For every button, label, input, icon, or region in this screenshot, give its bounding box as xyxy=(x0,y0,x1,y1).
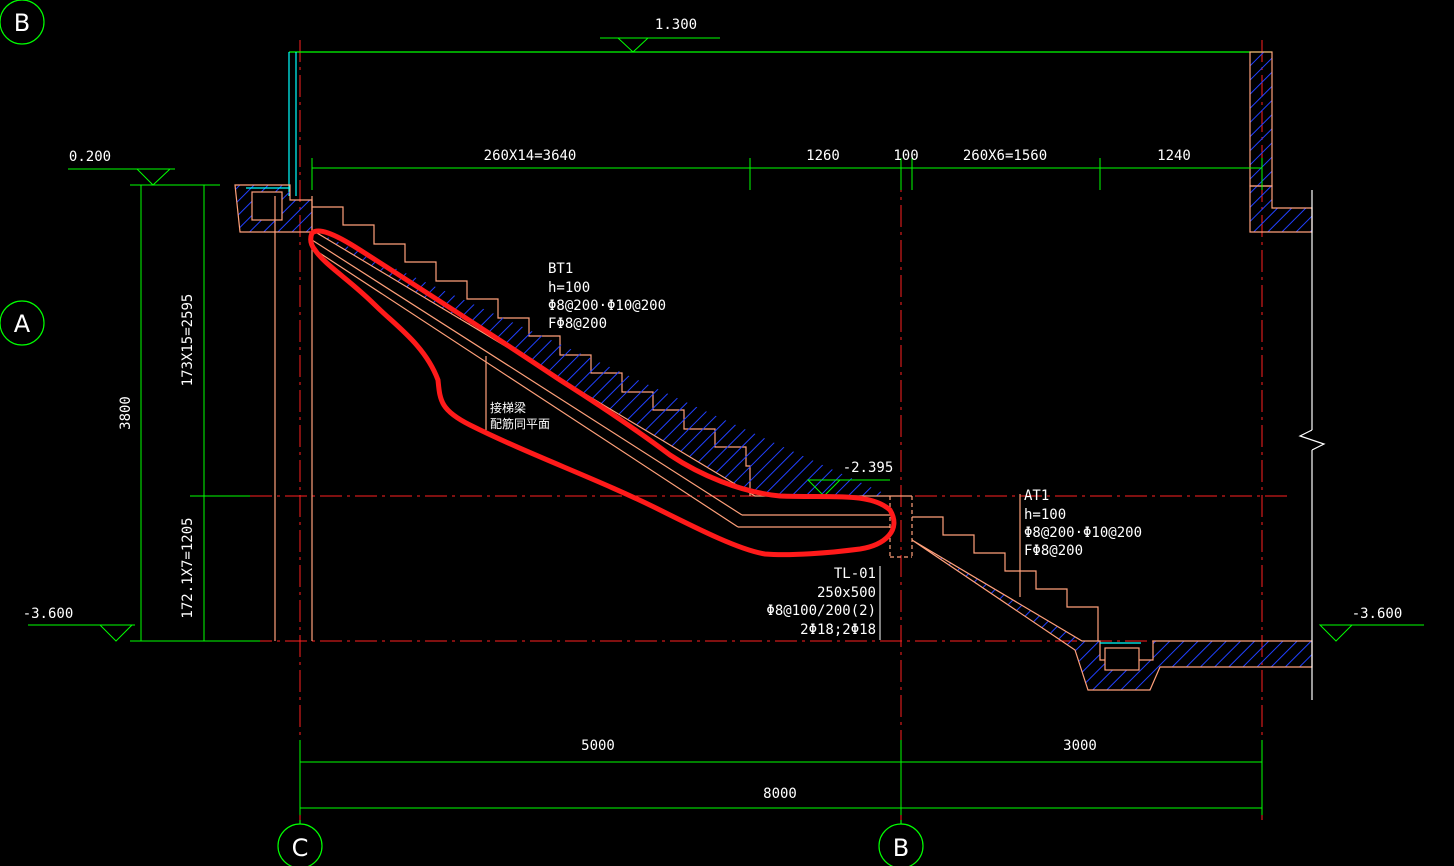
axis-lines xyxy=(250,40,1290,820)
dim-bottom-total: 8000 xyxy=(763,786,797,802)
dim-bottom-right: 3000 xyxy=(1063,738,1097,754)
elev-right-lower: -3.600 xyxy=(1352,606,1403,622)
bt1-h: h=100 xyxy=(548,280,590,296)
upper-wall-outline xyxy=(288,51,1273,196)
axis-label-b-top: B xyxy=(14,9,30,37)
elev-left-upper: 0.200 xyxy=(69,149,111,165)
beam-note-line1: 接梯梁 xyxy=(490,400,526,415)
elev-landing: -2.395 xyxy=(843,460,894,476)
bt1-f: FΦ8@200 xyxy=(548,316,607,332)
dim-bottom-left: 5000 xyxy=(581,738,615,754)
dim-left-total: 3800 xyxy=(118,396,134,430)
at1-h: h=100 xyxy=(1024,507,1066,523)
cad-drawing-canvas: B A C B 1.300 0.200 -3.600 -3.600 -2.395… xyxy=(0,0,1424,866)
dim-top-5: 1240 xyxy=(1157,148,1191,164)
dim-top-3: 100 xyxy=(893,148,918,164)
tl-bars: 2Φ18;2Φ18 xyxy=(800,622,876,638)
dim-top-4: 260X6=1560 xyxy=(963,148,1047,164)
stair-flight-at1 xyxy=(911,494,1313,691)
elev-top: 1.300 xyxy=(655,17,697,33)
dim-top-2: 1260 xyxy=(806,148,840,164)
dim-left-lower: 172.1X7=1205 xyxy=(180,517,196,618)
bt1-name: BT1 xyxy=(548,261,573,277)
bt1-bars: Φ8@200·Φ10@200 xyxy=(548,298,666,314)
stair-flight-bt1 xyxy=(311,206,913,558)
elev-left-lower: -3.600 xyxy=(23,606,74,622)
right-wall xyxy=(1249,185,1326,700)
at1-bars: Φ8@200·Φ10@200 xyxy=(1024,525,1142,541)
beam-note-line2: 配筋同平面 xyxy=(490,416,550,431)
at1-name: AT1 xyxy=(1024,488,1049,504)
axis-bubbles xyxy=(0,0,924,866)
at1-f: FΦ8@200 xyxy=(1024,543,1083,559)
dim-left-upper: 173X15=2595 xyxy=(180,294,196,387)
axis-label-a: A xyxy=(14,310,31,338)
tl-stirrup: Φ8@100/200(2) xyxy=(766,603,876,619)
axis-label-c: C xyxy=(292,834,309,862)
tl-size: 250x500 xyxy=(817,585,876,601)
axis-label-b-bottom: B xyxy=(893,834,909,862)
dim-top-1: 260X14=3640 xyxy=(484,148,577,164)
tl-name: TL-01 xyxy=(834,566,876,582)
